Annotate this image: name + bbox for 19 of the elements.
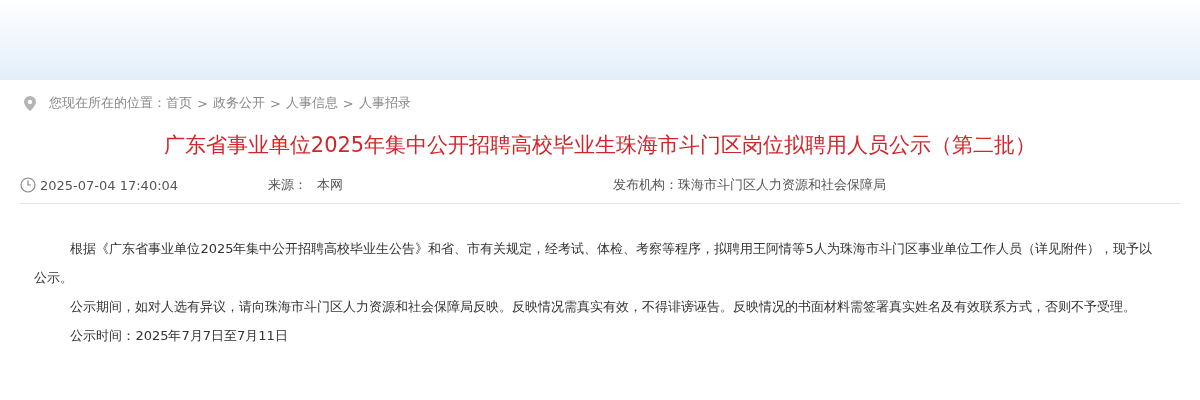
source-label: 来源： <box>268 177 307 192</box>
breadcrumb-separator: > <box>269 95 281 111</box>
breadcrumb-link[interactable]: 政务公开 <box>212 94 265 112</box>
location-pin-icon <box>24 95 36 111</box>
breadcrumb-link[interactable]: 首页 <box>166 94 192 112</box>
publisher-label: 发布机构： <box>613 177 678 192</box>
article-paragraph: 根据《广东省事业单位2025年集中公开招聘高校毕业生公告》和省、市有关规定，经考试、体检、考察等程序，拟聘用王阿情等5人为珠海市斗门区事业单位工作人员（详见附件），现予以公示。 <box>34 240 1153 287</box>
breadcrumb-link[interactable]: 人事信息 <box>285 94 338 112</box>
breadcrumb-link[interactable]: 人事招录 <box>358 94 411 112</box>
article-title: 广东省事业单位2025年集中公开招聘高校毕业生珠海市斗门区岗位拟聘用人员公示（第二批） <box>162 132 1038 159</box>
article-paragraph: 公示时间：2025年7月7日至7月11日 <box>69 327 289 345</box>
breadcrumb-separator: > <box>342 95 354 111</box>
source-value: 本网 <box>317 177 343 192</box>
publish-date: 2025-07-04 17:40:04 <box>40 177 179 193</box>
breadcrumb-separator: > <box>197 95 208 111</box>
clock-icon <box>20 177 36 193</box>
publisher-value: 珠海市斗门区人力资源和社会保障局 <box>678 177 886 192</box>
breadcrumb-label: 您现在所在的位置： <box>49 94 166 112</box>
article-paragraph: 公示期间，如对人选有异议，请向珠海市斗门区人力资源和社会保障局反映。反映情况需真实有效，不得诽谤诬告。反映情况的书面材料需签署真实姓名及有效联系方式，否则不予受理。 <box>69 298 1138 316</box>
